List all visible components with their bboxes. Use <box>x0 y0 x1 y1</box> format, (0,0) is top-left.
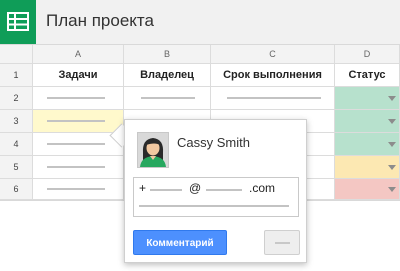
column-header-d[interactable]: D <box>335 45 400 64</box>
chevron-down-icon[interactable] <box>388 165 396 170</box>
mention-plus: + <box>139 181 147 195</box>
cell-b2[interactable] <box>124 87 211 110</box>
comment-submit-button[interactable]: Комментарий <box>133 230 227 255</box>
row-header-3[interactable]: 3 <box>0 110 33 133</box>
user-avatar <box>137 132 169 168</box>
comment-text-line <box>139 205 289 207</box>
sheets-logo-icon[interactable] <box>0 0 36 44</box>
grid-corner[interactable] <box>0 45 33 64</box>
cancel-button[interactable] <box>264 230 300 255</box>
status-cell-green[interactable] <box>335 133 400 156</box>
status-cell-yellow[interactable] <box>335 156 400 179</box>
comment-popup: Cassy Smith + @ .com Комментарий <box>124 119 307 263</box>
row-header-4[interactable]: 4 <box>0 133 33 156</box>
chevron-down-icon[interactable] <box>388 119 396 124</box>
cell-c2[interactable] <box>211 87 335 110</box>
cell-a3-selected[interactable] <box>33 110 124 133</box>
app-header: План проекта <box>0 0 400 45</box>
status-cell-green[interactable] <box>335 87 400 110</box>
placeholder-line <box>47 120 105 122</box>
chevron-down-icon[interactable] <box>388 142 396 147</box>
comment-input[interactable]: + @ .com <box>133 177 299 217</box>
placeholder-line <box>47 143 105 145</box>
row-header-6[interactable]: 6 <box>0 179 33 200</box>
placeholder-line <box>141 97 195 99</box>
mention-domain: .com <box>249 181 276 195</box>
mention-domain-line <box>206 189 242 191</box>
status-cell-green[interactable] <box>335 110 400 133</box>
cell-a6[interactable] <box>33 179 124 200</box>
cancel-label-line <box>275 242 290 244</box>
placeholder-line <box>47 166 105 168</box>
cell-a2[interactable] <box>33 87 124 110</box>
column-header-c[interactable]: C <box>211 45 335 64</box>
status-cell-red[interactable] <box>335 179 400 200</box>
column-header-b[interactable]: B <box>124 45 211 64</box>
row-header-2[interactable]: 2 <box>0 87 33 110</box>
placeholder-line <box>47 97 105 99</box>
mention-at: @ <box>189 181 202 195</box>
chevron-down-icon[interactable] <box>388 187 396 192</box>
document-title[interactable]: План проекта <box>46 11 154 31</box>
placeholder-line <box>47 188 105 190</box>
row-header-1[interactable]: 1 <box>0 64 33 87</box>
placeholder-line <box>227 97 321 99</box>
header-cell-status[interactable]: Статус <box>335 64 400 87</box>
cell-a5[interactable] <box>33 156 124 179</box>
row-header-5[interactable]: 5 <box>0 156 33 179</box>
header-cell-owner[interactable]: Владелец <box>124 64 211 87</box>
chevron-down-icon[interactable] <box>388 96 396 101</box>
header-cell-tasks[interactable]: Задачи <box>33 64 124 87</box>
user-name: Cassy Smith <box>177 135 250 150</box>
header-cell-deadline[interactable]: Срок выполнения <box>211 64 335 87</box>
column-header-a[interactable]: A <box>33 45 124 64</box>
mention-name-line <box>150 189 182 191</box>
